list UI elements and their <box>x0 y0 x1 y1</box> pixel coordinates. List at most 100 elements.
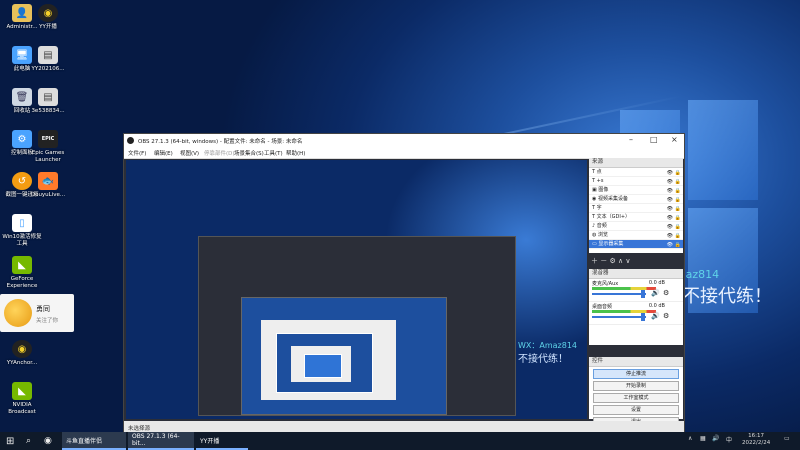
maximize-icon[interactable]: □ <box>650 135 658 144</box>
desktop-icon-nvidia-broadcast[interactable]: ◣ NVIDIA Broadcast <box>0 380 44 420</box>
source-toolbar: ＋ － ⚙ ∧ ∨ <box>591 256 630 266</box>
epic-icon: EPIC <box>38 130 58 148</box>
taskbar-item-obs[interactable]: OBS 27.1.3 (64-bit... <box>128 432 194 450</box>
speaker-icon[interactable]: 🔊 <box>651 289 660 297</box>
eye-icon: 👁 <box>666 179 673 185</box>
source-item[interactable]: T 点 👁 🔒 <box>589 168 683 177</box>
yy-icon: ◉ <box>12 340 32 358</box>
desktop-icon-epic[interactable]: EPIC Epic Games Launcher <box>26 128 70 168</box>
source-item[interactable]: ♪ 音频 👁 🔒 <box>589 222 683 231</box>
eye-icon: 👁 <box>666 197 673 203</box>
desktop-icon-yy[interactable]: ◉ YY开播 <box>26 2 70 42</box>
avatar <box>4 299 32 327</box>
menu-view[interactable]: 视图(V) <box>180 149 199 157</box>
search-icon[interactable]: ⌕ <box>26 432 31 450</box>
yy-icon: ◉ <box>38 4 58 22</box>
settings-button[interactable]: 设置 <box>593 405 679 415</box>
obs-titlebar[interactable]: OBS 27.1.3 (64-bit, windows) - 配置文件: 未命名… <box>124 134 684 147</box>
stop-streaming-button[interactable]: 停止推流 <box>593 369 679 379</box>
gear-icon[interactable]: ⚙ <box>663 312 669 320</box>
menu-help[interactable]: 帮助(H) <box>286 149 305 157</box>
desktop-icon-win10-tool[interactable]: ▯ Win10激活修复工具 <box>0 212 44 252</box>
move-up-icon[interactable]: ∧ <box>618 257 623 265</box>
volume-slider-knob[interactable] <box>641 313 645 321</box>
lock-icon: 🔒 <box>674 233 681 239</box>
menu-scene-collection[interactable]: 场景集合(S) <box>234 149 264 157</box>
app-icon[interactable]: ◉ <box>44 432 52 450</box>
taskbar-item-yy[interactable]: YY开播 <box>196 432 248 450</box>
lock-icon: 🔒 <box>674 188 681 194</box>
minimize-icon[interactable]: – <box>629 135 633 144</box>
eye-icon: 👁 <box>666 224 673 230</box>
eye-icon: 👁 <box>666 215 673 221</box>
studio-mode-button[interactable]: 工作室模式 <box>593 393 679 403</box>
gear-icon[interactable]: ⚙ <box>663 289 669 297</box>
eye-icon: 👁 <box>666 170 673 176</box>
source-item[interactable]: ▣ 图像 👁 🔒 <box>589 186 683 195</box>
controls-title: 控件 <box>589 357 683 367</box>
add-source-icon[interactable]: ＋ <box>591 257 598 265</box>
volume-slider[interactable] <box>592 293 646 295</box>
nvidia-icon: ◣ <box>12 382 32 400</box>
mixer-title: 混音器 <box>589 269 683 279</box>
volume-slider-knob[interactable] <box>641 290 645 298</box>
controls-panel: 控件 停止推流 开始录制 工作室模式 设置 退出 <box>589 357 683 427</box>
nvidia-icon: ◣ <box>12 256 32 274</box>
menu-tools[interactable]: 工具(T) <box>264 149 283 157</box>
speaker-icon[interactable]: 🔊 <box>651 312 660 320</box>
eye-icon: 👁 <box>666 233 673 239</box>
obs-logo-icon <box>127 137 134 144</box>
watermark-slogan: 不接代练！ <box>682 286 772 307</box>
menu-file[interactable]: 文件(F) <box>128 149 146 157</box>
eye-icon: 👁 <box>666 242 673 248</box>
source-settings-icon[interactable]: ⚙ <box>609 257 615 265</box>
desktop-icon-yyanchor[interactable]: ◉ YYAnchor... <box>0 338 44 378</box>
notification-center-icon[interactable]: ▭ <box>784 435 790 442</box>
source-item-selected[interactable]: ▭ 显示器采集 👁 🔒 <box>589 240 683 249</box>
desktop-icon-yy-image[interactable]: ▤ YY202106... <box>26 44 70 84</box>
remove-source-icon[interactable]: － <box>600 257 607 265</box>
ime-indicator[interactable]: 中 <box>726 435 732 444</box>
volume-icon[interactable]: 🔊 <box>712 435 719 442</box>
audio-meter <box>592 310 656 313</box>
lock-icon: 🔒 <box>674 242 681 248</box>
status-text: 未选择源 <box>128 426 151 432</box>
source-item[interactable]: T +s 👁 🔒 <box>589 177 683 186</box>
mixer-panel: 混音器 麦克风/Aux 0.0 dB 🔊 ⚙ 桌面音频 0.0 dB 🔊 ⚙ <box>589 269 683 345</box>
image-file-icon: ▤ <box>38 46 58 64</box>
taskbar-item-douyu[interactable]: 斗鱼直播伴侣 <box>62 432 126 450</box>
notification-name: 勇同 <box>36 305 50 313</box>
desktop-icon-geforce[interactable]: ◣ GeForce Experience <box>0 254 44 294</box>
desktop-icon-image-file[interactable]: ▤ 3e538834... <box>26 86 70 126</box>
douyu-icon: 🐟 <box>38 172 58 190</box>
start-button[interactable]: ⊞ <box>6 432 14 450</box>
obs-window[interactable]: OBS 27.1.3 (64-bit, windows) - 配置文件: 未命名… <box>123 133 685 434</box>
move-down-icon[interactable]: ∨ <box>625 257 630 265</box>
image-file-icon: ▤ <box>38 88 58 106</box>
taskbar: ⊞ ⌕ ◉ 斗鱼直播伴侣 OBS 27.1.3 (64-bit... YY开播 … <box>0 432 800 450</box>
mixer-channel-mic: 麦克风/Aux 0.0 dB 🔊 ⚙ <box>589 279 683 302</box>
source-item[interactable]: ◉ 视频采集设备 👁 🔒 <box>589 195 683 204</box>
sources-title: 来源 <box>589 158 683 168</box>
desktop-icon-douyu[interactable]: 🐟 DouyuLive... <box>26 170 70 210</box>
notification-status: 关注了你 <box>36 318 59 324</box>
source-item[interactable]: ◍ 浏览 👁 🔒 <box>589 231 683 240</box>
source-item[interactable]: T 文本（GDI+） 👁 🔒 <box>589 213 683 222</box>
start-recording-button[interactable]: 开始录制 <box>593 381 679 391</box>
source-item[interactable]: T 字 👁 🔒 <box>589 204 683 213</box>
audio-meter <box>592 287 656 290</box>
follow-notification[interactable]: 勇同 关注了你 <box>0 294 74 332</box>
obs-preview[interactable]: WX：Amaz814 不接代练！ <box>126 160 587 419</box>
clock[interactable]: 16:17 2022/2/24 <box>742 433 770 447</box>
lock-icon: 🔒 <box>674 215 681 221</box>
eye-icon: 👁 <box>666 188 673 194</box>
nested-preview-3 <box>304 354 342 378</box>
menu-edit[interactable]: 编辑(E) <box>154 149 173 157</box>
tray-chevron-icon[interactable]: ∧ <box>688 435 692 442</box>
menu-docks[interactable]: 停靠部件(D) <box>204 149 235 157</box>
network-icon[interactable]: ▦ <box>700 435 706 442</box>
lock-icon: 🔒 <box>674 197 681 203</box>
sources-panel: 来源 T 点 👁 🔒 T +s 👁 🔒 ▣ 图像 👁 🔒 ◉ 视频采集设备 👁 🔒 T 字 👁 🔒 … <box>589 158 683 253</box>
volume-slider[interactable] <box>592 316 646 318</box>
close-icon[interactable]: × <box>671 135 678 144</box>
